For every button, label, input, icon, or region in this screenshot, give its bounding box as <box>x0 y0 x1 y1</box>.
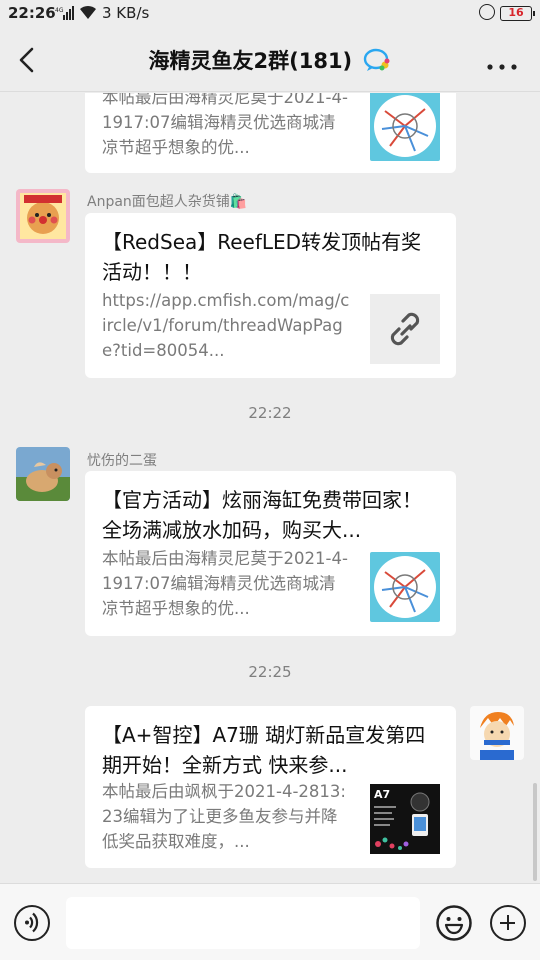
battery-level: 16 <box>508 6 524 19</box>
card-description: 本帖最后由飒枫于2021-4-2813:23编辑为了让更多鱼友参与并降低奖品获取… <box>102 782 346 851</box>
scrollbar[interactable] <box>533 783 537 881</box>
plus-icon[interactable] <box>490 905 526 941</box>
card-description: https://app.cmfish.com/mag/circle/v1/for… <box>102 291 350 360</box>
sender-name: 忧伤的二蛋 <box>87 453 157 469</box>
group-chat-icon <box>363 48 391 77</box>
message-card-0[interactable]: 本帖最后由海精灵尼莫于2021-4-1917:07编辑海精灵优选商城清凉节超乎想… <box>85 93 456 173</box>
my-avatar[interactable] <box>470 706 524 760</box>
network-speed: 3 KB/s <box>102 4 150 22</box>
card-thumbnail <box>370 552 440 622</box>
input-bar <box>0 883 540 960</box>
battery-icon: 16 <box>500 6 535 21</box>
card-thumbnail: A7 <box>370 784 440 854</box>
message-card-1[interactable]: 【RedSea】ReefLED转发顶帖有奖活动！！！ https://app.c… <box>85 213 456 378</box>
avatar[interactable] <box>16 189 70 243</box>
timestamp: 22:22 <box>248 404 292 422</box>
more-icon[interactable] <box>486 56 518 70</box>
message-card-5[interactable]: 【A+智控】A7珊 瑚灯新品宣发第四期开始！全新方式 快来参... 本帖最后由飒… <box>85 706 456 868</box>
card-description: 本帖最后由海精灵尼莫于2021-4-1917:07编辑海精灵优选商城清凉节超乎想… <box>102 93 348 157</box>
status-bar: 22:26 4G 3 KB/s 16 <box>0 0 540 28</box>
alarm-icon <box>479 4 495 20</box>
timestamp: 22:25 <box>248 663 292 681</box>
network-type: 4G <box>55 7 64 14</box>
message-card-3[interactable]: 【官方活动】炫丽海缸免费带回家！全场满减放水加码，购买大... 本帖最后由海精灵… <box>85 471 456 636</box>
group-name: 海精灵鱼友2群(181) <box>148 49 353 73</box>
chat-title: 海精灵鱼友2群(181) <box>0 45 540 77</box>
voice-icon[interactable] <box>14 905 50 941</box>
signal-icon: 4G <box>55 6 75 24</box>
emoji-icon[interactable] <box>436 905 472 941</box>
sender-name: Anpan面包超人杂货铺🛍️ <box>87 194 248 210</box>
message-input[interactable] <box>66 897 420 949</box>
card-title: 【官方活动】炫丽海缸免费带回家！全场满减放水加码，购买大... <box>102 488 422 542</box>
thumb-label: A7 <box>374 788 390 801</box>
title-bar: 海精灵鱼友2群(181) <box>0 28 540 92</box>
card-thumbnail <box>370 93 440 161</box>
card-title: 【A+智控】A7珊 瑚灯新品宣发第四期开始！全新方式 快来参... <box>102 723 426 777</box>
status-time: 22:26 <box>8 4 56 22</box>
card-description: 本帖最后由海精灵尼莫于2021-4-1917:07编辑海精灵优选商城清凉节超乎想… <box>102 549 348 618</box>
link-icon <box>370 294 440 364</box>
chat-messages[interactable]: 本帖最后由海精灵尼莫于2021-4-1917:07编辑海精灵优选商城清凉节超乎想… <box>0 93 540 883</box>
card-title: 【RedSea】ReefLED转发顶帖有奖活动！！！ <box>102 230 422 284</box>
wifi-icon <box>78 3 98 25</box>
avatar[interactable] <box>16 447 70 501</box>
